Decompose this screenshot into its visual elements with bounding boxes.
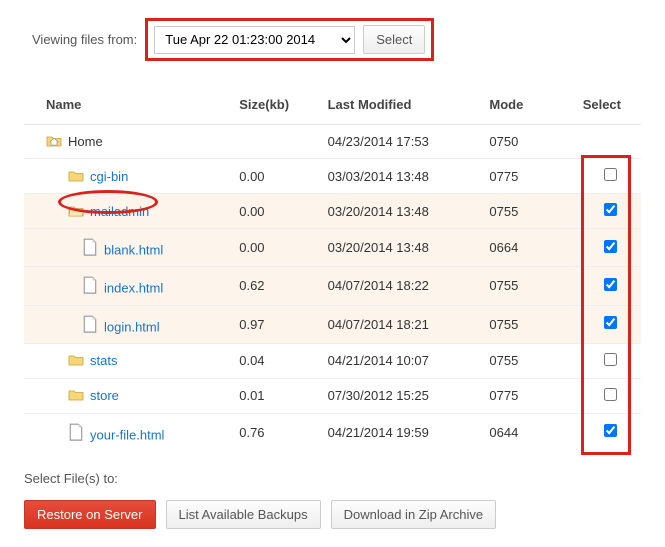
file-link[interactable]: your-file.html [90, 427, 164, 442]
col-size-header: Size(kb) [233, 89, 321, 125]
cell-mode: 0775 [483, 378, 549, 413]
cell-select [549, 159, 641, 194]
list-backups-button[interactable]: List Available Backups [166, 500, 321, 529]
cell-name: cgi-bin [24, 159, 233, 194]
row-checkbox[interactable] [604, 203, 617, 216]
col-modified-header: Last Modified [322, 89, 484, 125]
cell-modified: 04/23/2014 17:53 [322, 125, 484, 159]
cell-select [549, 267, 641, 305]
cell-name: stats [24, 343, 233, 378]
cell-size: 0.00 [233, 194, 321, 229]
cell-mode: 0755 [483, 305, 549, 343]
folder-icon [68, 353, 84, 367]
file-link[interactable]: blank.html [104, 242, 163, 257]
cell-name: Home [24, 125, 233, 159]
cell-select [549, 194, 641, 229]
file-link[interactable]: index.html [104, 281, 163, 296]
cell-mode: 0750 [483, 125, 549, 159]
cell-name: mailadmin [24, 194, 233, 229]
table-row: your-file.html 0.7604/21/2014 19:590644 [24, 413, 641, 451]
cell-name: index.html [24, 267, 233, 305]
col-name-header: Name [24, 89, 233, 125]
file-link[interactable]: login.html [104, 319, 160, 334]
footer-label: Select File(s) to: [24, 471, 641, 486]
file-table: Name Size(kb) Last Modified Mode Select … [24, 89, 641, 451]
table-row: stats 0.0404/21/2014 10:070755 [24, 343, 641, 378]
cell-name: store [24, 378, 233, 413]
cell-mode: 0755 [483, 343, 549, 378]
viewing-from-label: Viewing files from: [32, 32, 137, 47]
file-table-wrap: Name Size(kb) Last Modified Mode Select … [24, 89, 641, 451]
download-zip-button[interactable]: Download in Zip Archive [331, 500, 496, 529]
cell-select [549, 305, 641, 343]
row-checkbox[interactable] [604, 278, 617, 291]
backup-date-select[interactable]: Tue Apr 22 01:23:00 2014 [154, 26, 355, 54]
cell-size: 0.76 [233, 413, 321, 451]
cell-select [549, 378, 641, 413]
cell-size: 0.00 [233, 159, 321, 194]
cell-size: 0.97 [233, 305, 321, 343]
cell-mode: 0644 [483, 413, 549, 451]
table-row: mailadmin 0.0003/20/2014 13:480755 [24, 194, 641, 229]
cell-select [549, 229, 641, 267]
cell-select [549, 413, 641, 451]
file-name-text: Home [68, 134, 103, 149]
row-checkbox[interactable] [604, 353, 617, 366]
cell-size: 0.00 [233, 229, 321, 267]
cell-modified: 04/21/2014 10:07 [322, 343, 484, 378]
table-row: blank.html 0.0003/20/2014 13:480664 [24, 229, 641, 267]
table-row: Home 04/23/2014 17:530750 [24, 125, 641, 159]
file-icon [68, 423, 84, 437]
file-icon [82, 276, 98, 290]
row-checkbox[interactable] [604, 424, 617, 437]
cell-modified: 04/21/2014 19:59 [322, 413, 484, 451]
table-row: login.html 0.9704/07/2014 18:210755 [24, 305, 641, 343]
cell-mode: 0755 [483, 267, 549, 305]
table-row: index.html 0.6204/07/2014 18:220755 [24, 267, 641, 305]
select-button[interactable]: Select [363, 25, 425, 54]
cell-mode: 0755 [483, 194, 549, 229]
home-icon [46, 134, 62, 148]
cell-modified: 04/07/2014 18:21 [322, 305, 484, 343]
cell-modified: 03/20/2014 13:48 [322, 229, 484, 267]
header-row: Viewing files from: Tue Apr 22 01:23:00 … [32, 18, 641, 61]
restore-button[interactable]: Restore on Server [24, 500, 156, 529]
cell-size: 0.62 [233, 267, 321, 305]
file-link[interactable]: mailadmin [90, 204, 149, 219]
cell-modified: 03/03/2014 13:48 [322, 159, 484, 194]
folder-icon [68, 169, 84, 183]
file-link[interactable]: store [90, 388, 119, 403]
highlight-box-date: Tue Apr 22 01:23:00 2014 Select [145, 18, 434, 61]
col-mode-header: Mode [483, 89, 549, 125]
cell-name: login.html [24, 305, 233, 343]
table-row: store 0.0107/30/2012 15:250775 [24, 378, 641, 413]
cell-size: 0.04 [233, 343, 321, 378]
cell-mode: 0775 [483, 159, 549, 194]
file-icon [82, 315, 98, 329]
file-link[interactable]: cgi-bin [90, 169, 128, 184]
file-link[interactable]: stats [90, 353, 117, 368]
cell-modified: 03/20/2014 13:48 [322, 194, 484, 229]
cell-select [549, 125, 641, 159]
cell-mode: 0664 [483, 229, 549, 267]
row-checkbox[interactable] [604, 240, 617, 253]
folder-open-icon [68, 204, 84, 218]
cell-size: 0.01 [233, 378, 321, 413]
row-checkbox[interactable] [604, 388, 617, 401]
row-checkbox[interactable] [604, 316, 617, 329]
cell-modified: 04/07/2014 18:22 [322, 267, 484, 305]
cell-name: your-file.html [24, 413, 233, 451]
row-checkbox[interactable] [604, 168, 617, 181]
cell-select [549, 343, 641, 378]
cell-name: blank.html [24, 229, 233, 267]
cell-modified: 07/30/2012 15:25 [322, 378, 484, 413]
folder-icon [68, 388, 84, 402]
cell-size [233, 125, 321, 159]
col-select-header: Select [549, 89, 641, 125]
footer-buttons: Restore on Server List Available Backups… [24, 500, 641, 529]
file-icon [82, 238, 98, 252]
table-row: cgi-bin 0.0003/03/2014 13:480775 [24, 159, 641, 194]
